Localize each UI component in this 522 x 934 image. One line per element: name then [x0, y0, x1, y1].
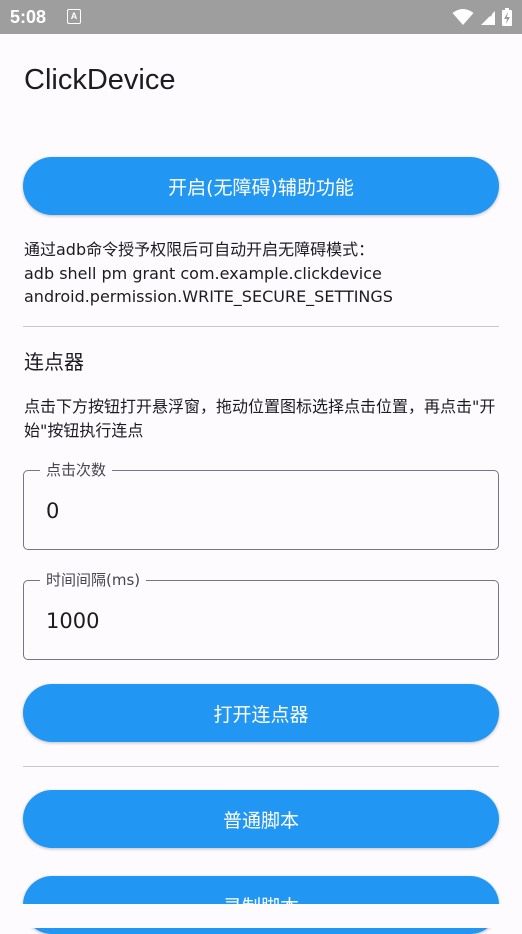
divider [23, 326, 499, 327]
normal-script-button[interactable]: 普通脚本 [23, 790, 499, 848]
app-title: ClickDevice [24, 64, 176, 96]
status-icons [452, 8, 512, 26]
click-count-field[interactable]: 点击次数 [23, 459, 499, 550]
notification-icon: A [67, 9, 81, 24]
click-count-label: 点击次数 [40, 459, 113, 480]
interval-label: 时间间隔(ms) [40, 569, 147, 590]
clicker-section-title: 连点器 [24, 350, 84, 374]
adb-info-line: 通过adb命令授予权限后可自动开启无障碍模式： [24, 240, 375, 259]
wifi-icon [452, 9, 474, 25]
status-time: 5:08 [10, 7, 47, 27]
clicker-description: 点击下方按钮打开悬浮窗，拖动位置图标选择点击位置，再点击"开始"按钮执行连点 [24, 397, 496, 440]
adb-command-line: adb shell pm grant com.example.clickdevi… [24, 263, 382, 283]
signal-icon [481, 11, 495, 25]
status-bar: 5:08 A [0, 0, 522, 34]
interval-input[interactable] [46, 605, 466, 637]
adb-info-text: 通过adb命令授予权限后可自动开启无障碍模式： adb shell pm gra… [24, 238, 504, 309]
interval-field[interactable]: 时间间隔(ms) [23, 569, 499, 660]
divider [23, 766, 499, 767]
screen-bottom-edge [0, 904, 522, 928]
click-count-input[interactable] [46, 495, 466, 527]
open-clicker-button[interactable]: 打开连点器 [23, 684, 499, 742]
adb-permission-line: android.permission.WRITE_SECURE_SETTINGS [24, 287, 393, 306]
battery-charging-icon [502, 8, 512, 26]
enable-accessibility-button[interactable]: 开启(无障碍)辅助功能 [23, 157, 499, 215]
